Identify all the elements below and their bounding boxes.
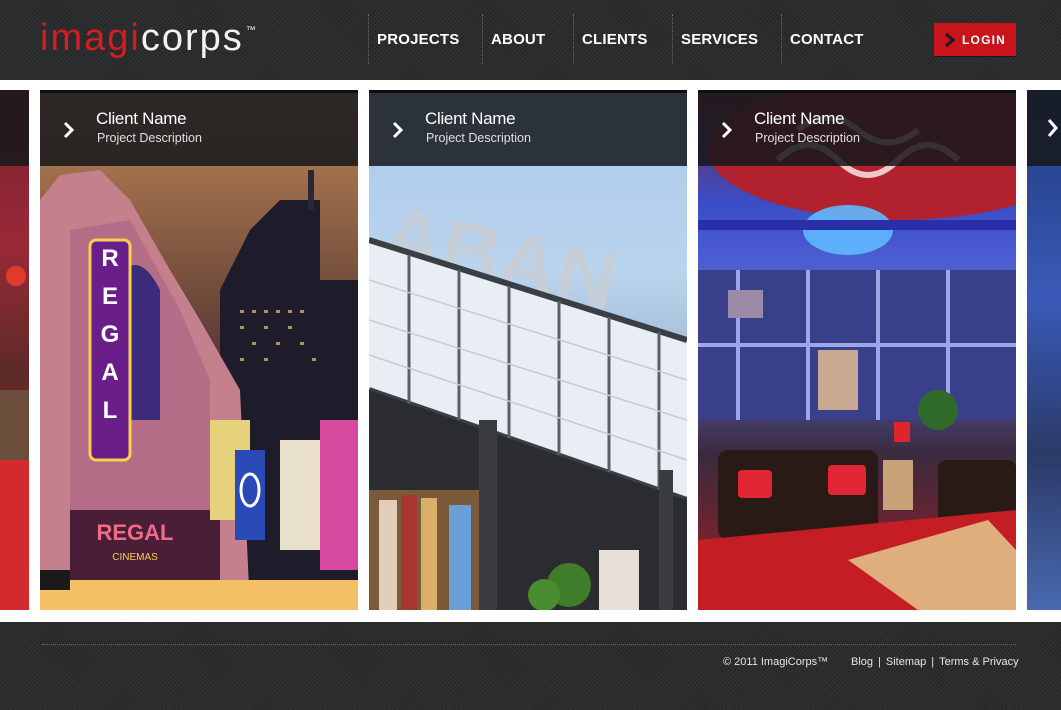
logo-corps: corps — [140, 17, 244, 59]
project-card-2[interactable]: ABAN Client Name Project Description — [369, 90, 687, 610]
logo-imagi: imagi — [40, 17, 141, 59]
footer-separator: | — [931, 656, 935, 668]
copyright-text: © 2011 ImagiCorps™ — [723, 656, 829, 668]
carousel-prev-peek[interactable] — [0, 90, 29, 610]
project-caption-1[interactable]: Client Name Project Description — [40, 90, 358, 166]
nav-about[interactable]: ABOUT — [482, 14, 573, 64]
footer-link-blog[interactable]: Blog — [851, 656, 873, 668]
sign-regal-marquee: REGAL — [97, 520, 174, 545]
footer-separator: | — [878, 656, 881, 668]
project-caption-3[interactable]: Client Name Project Description — [698, 90, 1016, 166]
project-description: Project Description — [97, 131, 202, 145]
sign-regal-vertical: R — [101, 245, 118, 272]
svg-text:G: G — [101, 321, 120, 348]
nav-contact[interactable]: CONTACT — [781, 14, 871, 64]
chevron-right-icon — [63, 121, 75, 139]
main-nav: PROJECTS ABOUT CLIENTS SERVICES CONTACT — [368, 14, 871, 64]
project-card-3[interactable]: Client Name Project Description — [698, 90, 1016, 610]
client-name: Client Name — [96, 109, 187, 128]
footer-divider — [42, 644, 1016, 645]
svg-text:E: E — [102, 283, 118, 310]
login-button[interactable]: LOGIN — [934, 23, 1016, 56]
project-image-times-square: R E G A L REGAL CINEMAS — [40, 90, 358, 610]
logo-trademark: ™ — [245, 25, 256, 36]
site-footer: © 2011 ImagiCorps™ Blog | Sitemap | Term… — [0, 622, 1061, 710]
footer-link-sitemap[interactable]: Sitemap — [886, 656, 926, 668]
project-description: Project Description — [755, 131, 860, 145]
chevron-right-icon — [945, 32, 956, 47]
footer-links: Blog | Sitemap | Terms & Privacy — [851, 656, 1019, 668]
site-header: imagi corps ™ PROJECTS ABOUT CLIENTS SER… — [0, 0, 1061, 80]
project-carousel: R E G A L REGAL CINEMAS Client Name Proj… — [0, 80, 1061, 622]
svg-text:L: L — [103, 397, 118, 424]
project-card-1[interactable]: R E G A L REGAL CINEMAS Client Name Proj… — [40, 90, 358, 610]
project-image-lounge — [698, 90, 1016, 610]
footer-link-terms[interactable]: Terms & Privacy — [939, 656, 1018, 668]
nav-services[interactable]: SERVICES — [672, 14, 781, 64]
client-name: Client Name — [754, 109, 845, 128]
svg-text:A: A — [101, 359, 118, 386]
nav-clients[interactable]: CLIENTS — [573, 14, 672, 64]
sign-cinemas: CINEMAS — [112, 552, 158, 563]
prev-project-image — [0, 90, 29, 610]
client-name: Client Name — [425, 109, 516, 128]
next-project-image — [1027, 90, 1061, 610]
project-caption-2[interactable]: Client Name Project Description — [369, 90, 687, 166]
carousel-next-peek[interactable] — [1027, 90, 1061, 610]
chevron-right-icon — [392, 121, 404, 139]
chevron-right-icon — [721, 121, 733, 139]
nav-projects[interactable]: PROJECTS — [368, 14, 482, 64]
login-label: LOGIN — [962, 32, 1006, 47]
project-description: Project Description — [426, 131, 531, 145]
project-image-canopy: ABAN — [369, 90, 687, 610]
site-logo[interactable]: imagi corps ™ — [40, 14, 256, 62]
